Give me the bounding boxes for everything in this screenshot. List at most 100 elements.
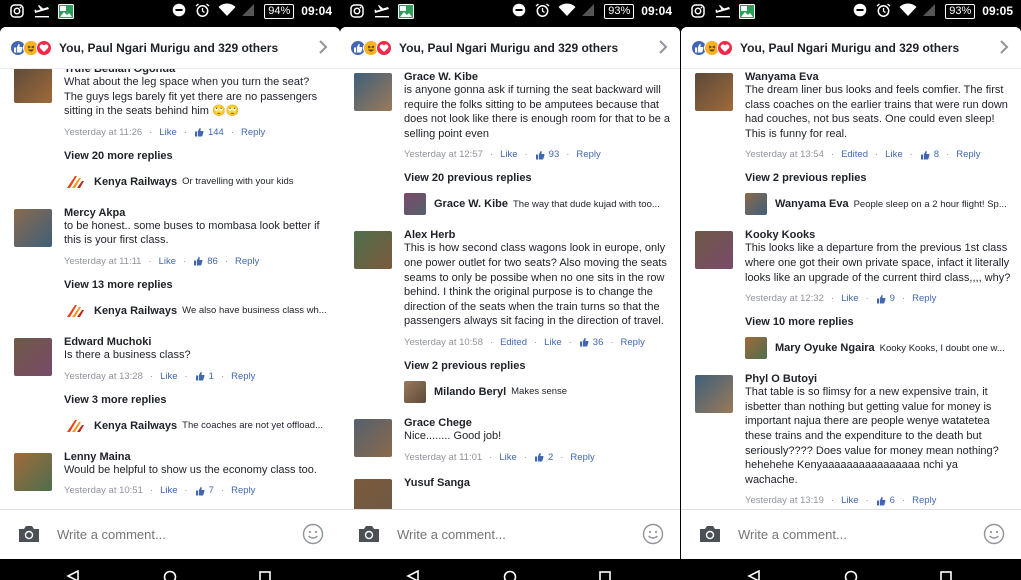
chevron-right-icon[interactable]	[999, 39, 1009, 60]
like-button[interactable]: Like	[500, 149, 517, 160]
avatar[interactable]	[14, 452, 52, 491]
avatar[interactable]	[695, 73, 733, 111]
view-more-replies-link[interactable]: View 10 more replies	[681, 316, 1021, 328]
commenter-name[interactable]: Grace W. Kibe	[404, 71, 670, 83]
camera-icon[interactable]	[698, 524, 722, 549]
reply-button[interactable]: Reply	[912, 293, 936, 304]
reply-button[interactable]: Reply	[621, 337, 645, 348]
like-count[interactable]: 9	[890, 293, 895, 304]
avatar[interactable]	[14, 208, 52, 247]
reply-avatar[interactable]	[64, 299, 86, 322]
commenter-name[interactable]: Lenny Maina	[64, 451, 330, 463]
reply-button[interactable]: Reply	[956, 149, 980, 160]
reply-preview[interactable]: Kenya Railways The coaches are not yet of…	[0, 414, 340, 437]
reply-button[interactable]: Reply	[241, 127, 265, 138]
reply-author[interactable]: Mary Oyuke Ngaira	[775, 342, 875, 354]
reply-avatar[interactable]	[745, 193, 767, 216]
reactions-bar[interactable]: You, Paul Ngari Murigu and 329 others	[681, 27, 1021, 69]
camera-icon[interactable]	[357, 524, 381, 549]
commenter-name[interactable]: Phyl O Butoyi	[745, 373, 1011, 385]
reply-author[interactable]: Kenya Railways	[94, 420, 177, 432]
reply-button[interactable]: Reply	[570, 452, 594, 463]
commenter-name[interactable]: Alex Herb	[404, 229, 670, 241]
reply-button[interactable]: Reply	[231, 485, 255, 496]
comment-list[interactable]: Wanyama Eva The dream liner bus looks and…	[681, 69, 1021, 509]
avatar[interactable]	[354, 418, 392, 457]
commenter-name[interactable]: Edward Muchoki	[64, 336, 330, 348]
like-count[interactable]: 36	[593, 337, 604, 348]
reply-preview[interactable]: Mary Oyuke Ngaira Kooky Kooks, I doubt on…	[681, 337, 1021, 360]
emoji-icon[interactable]	[983, 523, 1005, 550]
reply-button[interactable]: Reply	[235, 256, 259, 267]
home-icon[interactable]	[844, 569, 858, 580]
reply-button[interactable]: Reply	[231, 371, 255, 382]
reply-author[interactable]: Kenya Railways	[94, 305, 177, 317]
view-more-replies-link[interactable]: View 2 previous replies	[340, 360, 680, 372]
back-icon[interactable]	[406, 569, 420, 580]
reply-button[interactable]: Reply	[912, 495, 936, 506]
avatar[interactable]	[14, 69, 52, 103]
reply-author[interactable]: Wanyama Eva	[775, 198, 849, 210]
reply-author[interactable]: Kenya Railways	[94, 176, 177, 188]
like-count[interactable]: 2	[548, 452, 553, 463]
view-more-replies-link[interactable]: View 20 previous replies	[340, 172, 680, 184]
reply-preview[interactable]: Kenya Railways Or travelling with your ki…	[0, 170, 340, 193]
view-more-replies-link[interactable]: View 3 more replies	[0, 394, 340, 406]
reply-preview[interactable]: Milando Beryl Makes sense	[340, 380, 680, 403]
comment-input[interactable]	[738, 527, 958, 542]
like-button[interactable]: Like	[841, 293, 858, 304]
reply-preview[interactable]: Wanyama Eva People sleep on a 2 hour flig…	[681, 193, 1021, 216]
like-button[interactable]: Like	[159, 256, 176, 267]
recent-apps-icon[interactable]	[939, 569, 953, 580]
back-icon[interactable]	[66, 569, 80, 580]
emoji-icon[interactable]	[302, 523, 324, 550]
view-more-replies-link[interactable]: View 2 previous replies	[681, 172, 1021, 184]
chevron-right-icon[interactable]	[318, 39, 328, 60]
commenter-name[interactable]: Kooky Kooks	[745, 229, 1011, 241]
reactions-bar[interactable]: You, Paul Ngari Murigu and 329 others	[340, 27, 680, 69]
commenter-name[interactable]: Wanyama Eva	[745, 71, 1011, 83]
avatar[interactable]	[354, 73, 392, 111]
avatar[interactable]	[354, 231, 392, 270]
like-button[interactable]: Like	[499, 452, 516, 463]
avatar[interactable]	[14, 337, 52, 376]
reply-avatar[interactable]	[64, 170, 86, 193]
like-button[interactable]: Like	[160, 371, 177, 382]
like-button[interactable]: Like	[160, 485, 177, 496]
comment-list[interactable]: Trufe Beulah Ogonda What about the leg sp…	[0, 69, 340, 509]
reply-avatar[interactable]	[404, 380, 426, 403]
like-button[interactable]: Like	[159, 127, 176, 138]
comment-list[interactable]: Grace W. Kibe is anyone gonna ask if turn…	[340, 69, 680, 509]
comment-input[interactable]	[57, 527, 277, 542]
home-icon[interactable]	[163, 569, 177, 580]
like-count[interactable]: 1	[209, 371, 214, 382]
chevron-right-icon[interactable]	[658, 39, 668, 60]
avatar[interactable]	[695, 231, 733, 270]
like-count[interactable]: 6	[890, 495, 895, 506]
home-icon[interactable]	[503, 569, 517, 580]
like-button[interactable]: Like	[544, 337, 561, 348]
reply-button[interactable]: Reply	[576, 149, 600, 160]
avatar[interactable]	[354, 478, 392, 509]
like-count[interactable]: 86	[207, 256, 218, 267]
comment-input[interactable]	[397, 527, 617, 542]
recent-apps-icon[interactable]	[598, 569, 612, 580]
commenter-name[interactable]: Mercy Akpa	[64, 207, 330, 219]
view-more-replies-link[interactable]: View 20 more replies	[0, 150, 340, 162]
recent-apps-icon[interactable]	[258, 569, 272, 580]
reactions-bar[interactable]: You, Paul Ngari Murigu and 329 others	[0, 27, 340, 69]
reply-author[interactable]: Grace W. Kibe	[434, 198, 508, 210]
reply-preview[interactable]: Grace W. Kibe The way that dude kujad wit…	[340, 193, 680, 216]
edited-link[interactable]: Edited	[500, 337, 527, 348]
like-button[interactable]: Like	[841, 495, 858, 506]
commenter-name[interactable]: Grace Chege	[404, 417, 670, 429]
reply-avatar[interactable]	[745, 337, 767, 360]
like-count[interactable]: 93	[549, 149, 560, 160]
view-more-replies-link[interactable]: View 13 more replies	[0, 279, 340, 291]
reply-author[interactable]: Milando Beryl	[434, 386, 506, 398]
camera-icon[interactable]	[17, 524, 41, 549]
commenter-name[interactable]: Yusuf Sanga	[404, 477, 670, 489]
edited-link[interactable]: Edited	[841, 149, 868, 160]
reply-preview[interactable]: Kenya Railways We also have business clas…	[0, 299, 340, 322]
reply-avatar[interactable]	[404, 193, 426, 216]
